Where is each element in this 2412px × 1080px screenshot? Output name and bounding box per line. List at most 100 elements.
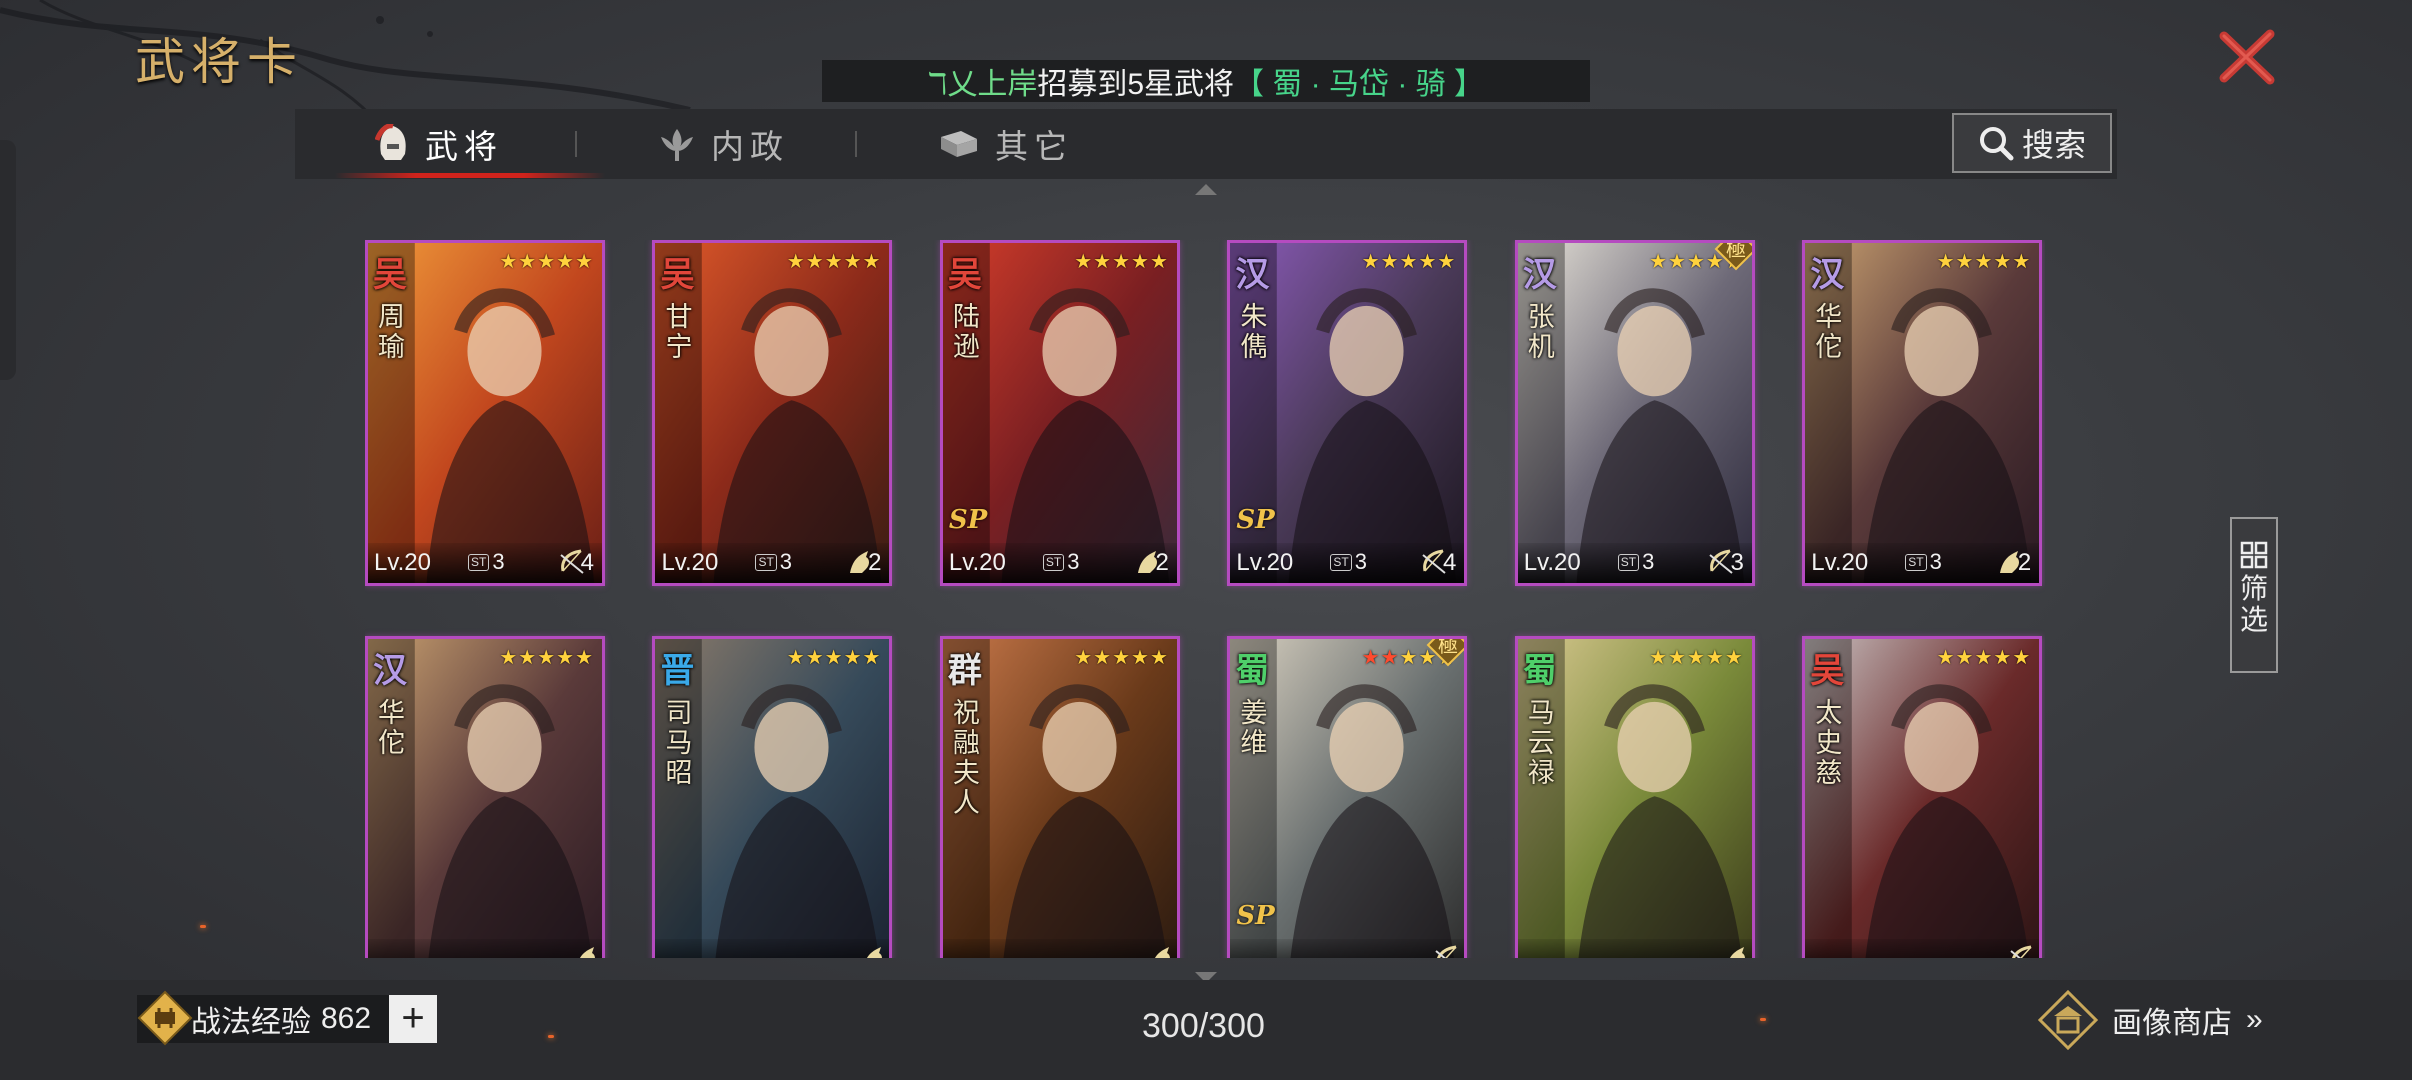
troop-value: 4 xyxy=(1442,549,1457,576)
star-icon: ★ xyxy=(1437,251,1457,273)
star-icon: ★ xyxy=(1955,647,1975,669)
horse-icon xyxy=(1729,947,1745,958)
tab-divider xyxy=(575,131,577,157)
horse-icon xyxy=(867,947,883,958)
shop-icon xyxy=(2038,990,2098,1050)
general-name: 祝融夫人 xyxy=(952,698,980,819)
star-rating: ★★★★★ xyxy=(787,645,882,670)
star-icon: ★ xyxy=(1399,251,1419,273)
skill-exp-value: 862 xyxy=(321,1002,372,1035)
star-icon: ★ xyxy=(1131,647,1150,669)
star-icon: ★ xyxy=(518,647,538,669)
troop-value: 2 xyxy=(1155,549,1169,576)
horse-icon xyxy=(579,947,595,958)
general-card[interactable]: 汉华佗 ★★★★★ xyxy=(365,636,605,958)
bow-icon xyxy=(2010,945,2032,958)
star-icon: ★ xyxy=(1649,251,1669,273)
star-icon: ★ xyxy=(537,647,557,669)
star-icon: ★ xyxy=(1686,647,1706,669)
star-icon: ★ xyxy=(1361,251,1381,273)
tab-label: 内政 xyxy=(711,127,789,166)
general-card[interactable]: 蜀姜维★★★★★極SP xyxy=(1227,636,1468,958)
star-icon: ★ xyxy=(1149,647,1169,669)
star-icon: ★ xyxy=(1686,251,1706,273)
faction-badge: 汉 xyxy=(373,651,407,691)
star-icon: ★ xyxy=(1974,647,1994,669)
tab-internal-affairs[interactable]: 内政 xyxy=(657,109,789,179)
helmet-icon xyxy=(375,124,406,160)
sp-badge: SP xyxy=(1236,901,1275,931)
faction-badge: 吴 xyxy=(947,255,982,295)
cost-icon: ST xyxy=(468,553,490,571)
cost-value: 3 xyxy=(1929,549,1942,574)
general-level: Lv.20 xyxy=(1811,549,1869,576)
star-icon: ★ xyxy=(824,251,844,273)
star-icon: ★ xyxy=(2012,251,2032,273)
troop-info: 2 xyxy=(1994,547,2031,577)
ticker-hero: 【 蜀 · 马岱 · 骑 】 xyxy=(1234,68,1485,101)
general-card[interactable]: 吴甘宁 ★★★★★ Lv.20 ST 3 2 xyxy=(652,240,893,586)
filter-button[interactable]: 筛选 xyxy=(2230,517,2278,673)
cost-value: 3 xyxy=(1354,549,1367,574)
box-icon xyxy=(941,131,977,157)
card-footer xyxy=(942,939,1177,958)
portrait-shop-button[interactable]: 画像商店 » xyxy=(2038,990,2263,1050)
general-name: 陆逊 xyxy=(952,302,980,363)
troop-value: 2 xyxy=(868,549,882,576)
faction-badge: 晋 xyxy=(660,651,695,691)
card-footer xyxy=(368,939,602,958)
sp-badge: SP xyxy=(1236,505,1275,535)
general-card[interactable]: 吴周瑜 ★★★★★ Lv.20 ST 3 4 xyxy=(365,240,605,586)
general-card[interactable]: 吴陆逊 ★★★★★ SP Lv.20 ST 3 2 xyxy=(939,240,1180,586)
tab-other[interactable]: 其它 xyxy=(937,109,1073,179)
troop-info xyxy=(570,943,595,958)
recruit-ticker: ℸ乂上岸 招募到5星武将 【 蜀 · 马岱 · 骑 】 xyxy=(822,60,1590,102)
star-icon: ★ xyxy=(537,251,557,273)
star-icon: ★ xyxy=(1668,251,1687,273)
card-footer: Lv.20 ST 3 3 xyxy=(1517,543,1752,583)
cost-icon: ST xyxy=(1617,553,1640,571)
troop-info: 4 xyxy=(557,547,594,577)
star-icon: ★ xyxy=(824,647,844,669)
star-icon: ★ xyxy=(1074,647,1094,669)
side-drawer-handle[interactable] xyxy=(0,140,16,380)
card-footer xyxy=(655,939,890,958)
general-card[interactable]: 吴太史慈 ★★★★★ xyxy=(1802,636,2043,958)
add-skill-exp-button[interactable]: + xyxy=(389,995,438,1043)
general-card[interactable]: 汉华佗 ★★★★★ Lv.20 ST 3 2 xyxy=(1802,240,2043,586)
troop-info xyxy=(2007,943,2032,958)
general-level: Lv.20 xyxy=(1236,549,1294,576)
star-icon: ★ xyxy=(1936,251,1956,273)
troop-value: 2 xyxy=(2017,549,2032,576)
star-icon: ★ xyxy=(1074,251,1094,273)
star-icon: ★ xyxy=(805,647,825,669)
star-icon: ★ xyxy=(2012,647,2032,669)
general-card[interactable]: 汉张机★★★★★極Lv.20ST33 xyxy=(1514,240,1755,586)
card-footer: Lv.20 ST 3 2 xyxy=(942,543,1177,583)
skill-exp-panel: 战法经验 862 + xyxy=(137,990,438,1046)
troop-info xyxy=(857,943,883,958)
search-button[interactable]: 搜索 xyxy=(1952,113,2112,173)
star-rating: ★★★★★ xyxy=(1937,645,2032,670)
troop-info xyxy=(1432,943,1457,958)
general-level: Lv.20 xyxy=(948,549,1006,576)
general-card[interactable]: 汉朱儁 ★★★★★ SP Lv.20 ST 3 4 xyxy=(1227,240,1468,586)
ember-decoration xyxy=(200,925,206,928)
shop-label: 画像商店 xyxy=(2112,1007,2232,1040)
tab-generals[interactable]: 武将 xyxy=(375,109,503,179)
star-icon: ★ xyxy=(862,647,882,669)
cost-icon: ST xyxy=(1905,553,1927,571)
search-icon xyxy=(1979,127,2014,161)
troop-info xyxy=(1145,943,1170,958)
general-level: Lv.20 xyxy=(661,549,719,576)
troop-info xyxy=(1720,943,1745,958)
star-rating: ★★★★★ xyxy=(1362,249,1457,274)
general-card[interactable]: 蜀马云禄 ★★★★★ xyxy=(1514,636,1755,958)
general-card[interactable]: 群祝融夫人 ★★★★★ xyxy=(939,636,1180,958)
tab-divider xyxy=(855,131,857,157)
sp-badge: SP xyxy=(948,505,988,535)
close-icon[interactable] xyxy=(2212,22,2282,92)
ticker-message: 招募到5星武将 xyxy=(1037,68,1235,101)
star-icon: ★ xyxy=(1380,647,1400,669)
general-card[interactable]: 晋司马昭 ★★★★★ xyxy=(652,636,893,958)
